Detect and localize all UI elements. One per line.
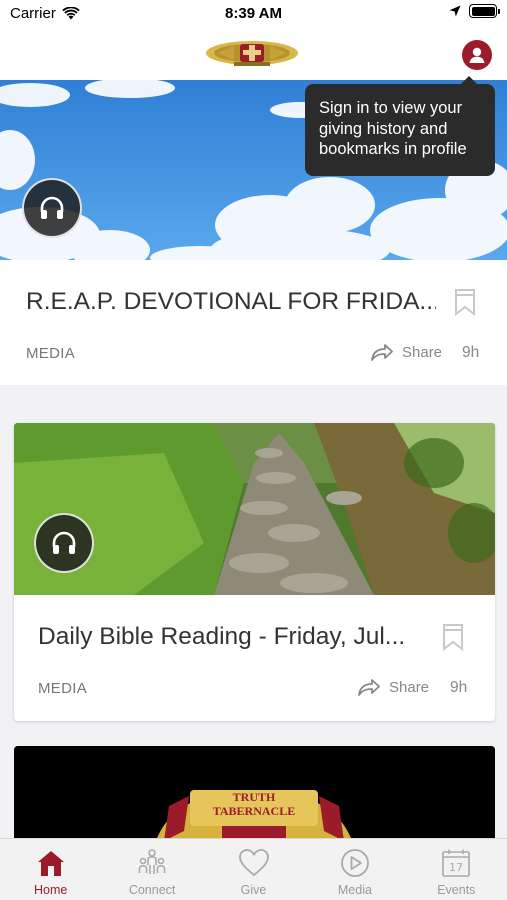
app-header	[0, 30, 507, 80]
tab-give[interactable]: Give	[203, 839, 304, 900]
feed-card[interactable]: Daily Bible Reading - Friday, Jul... MED…	[14, 423, 495, 721]
tab-home[interactable]: Home	[0, 839, 101, 900]
heart-icon	[238, 849, 269, 877]
tab-label: Media	[337, 883, 372, 897]
share-label: Share	[389, 678, 430, 696]
logo-text-tabernacle: TABERNACLE	[213, 804, 295, 818]
profile-button[interactable]	[462, 40, 492, 70]
forest-path-image	[14, 423, 495, 595]
card-title[interactable]: Daily Bible Reading - Friday, Jul...	[38, 623, 428, 651]
connect-icon	[138, 849, 166, 874]
card-category: MEDIA	[26, 345, 76, 362]
share-button[interactable]: Share	[357, 677, 429, 697]
share-label: Share	[402, 343, 443, 361]
headphones-icon	[52, 531, 76, 554]
tab-events[interactable]: 17 Events	[406, 839, 507, 900]
sign-in-tooltip[interactable]: Sign in to view your giving history and …	[305, 76, 495, 176]
tab-label: Home	[34, 883, 68, 897]
status-right	[449, 4, 500, 18]
calendar-day: 17	[449, 861, 463, 874]
logo-text-truth: TRUTH	[233, 790, 276, 804]
share-icon	[358, 679, 380, 696]
calendar-icon: 17	[442, 849, 471, 877]
tab-media[interactable]: Media	[304, 839, 405, 900]
card-category: MEDIA	[38, 680, 88, 697]
card-title[interactable]: R.E.A.P. DEVOTIONAL FOR FRIDA...	[26, 288, 436, 316]
audio-badge	[22, 178, 82, 238]
location-arrow-icon	[449, 5, 461, 17]
battery-icon	[469, 4, 500, 18]
card-age: 9h	[462, 344, 480, 361]
play-icon	[341, 849, 369, 877]
tab-label: Connect	[128, 883, 176, 897]
user-icon	[469, 47, 485, 63]
share-button[interactable]: Share	[370, 342, 442, 362]
status-bar: Carrier 8:39 AM	[0, 0, 507, 30]
card-age: 9h	[450, 679, 468, 696]
truth-tabernacle-logo: TRUTH TABERNACLE	[14, 746, 495, 846]
headphones-icon	[40, 196, 64, 219]
home-icon	[37, 851, 64, 876]
tab-bar: Home Connect Give Media 17 Events	[0, 838, 507, 900]
bookmark-icon[interactable]	[454, 288, 476, 316]
feed-card[interactable]: TRUTH TABERNACLE	[14, 746, 495, 846]
share-icon	[371, 344, 393, 361]
tooltip-text: Sign in to view your giving history and …	[319, 99, 467, 158]
card-thumbnail	[14, 423, 495, 595]
tab-label: Give	[240, 883, 267, 897]
status-time: 8:39 AM	[225, 5, 282, 22]
bookmark-icon[interactable]	[442, 623, 464, 651]
tab-connect[interactable]: Connect	[101, 839, 202, 900]
church-logo	[206, 41, 298, 66]
tab-label: Events	[437, 883, 476, 897]
audio-badge	[34, 513, 94, 573]
